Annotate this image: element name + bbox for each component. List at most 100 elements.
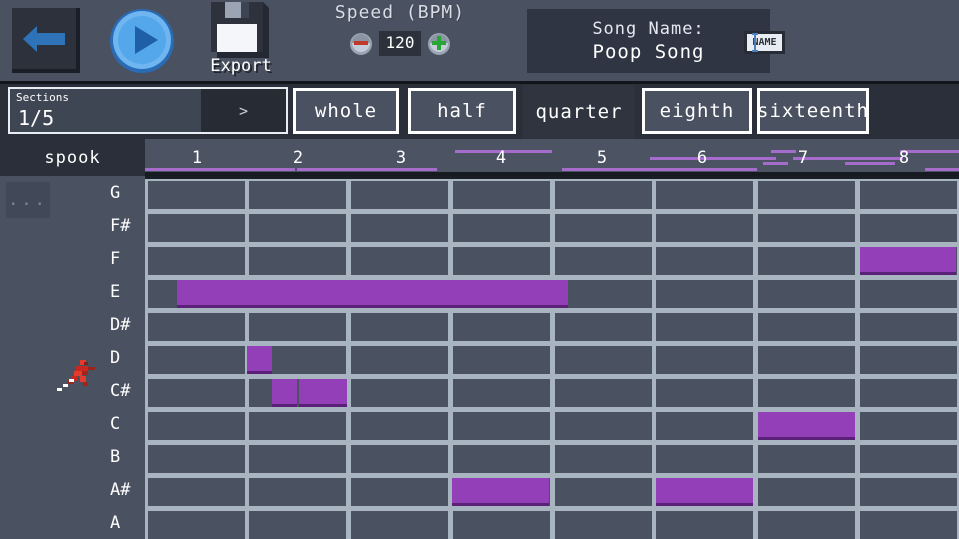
- grid-cell[interactable]: [249, 313, 346, 341]
- note-length-sixteenth[interactable]: sixteenth: [757, 88, 869, 134]
- grid-cell[interactable]: [860, 313, 957, 341]
- grid-cell[interactable]: [758, 511, 855, 539]
- grid-cell[interactable]: [148, 247, 245, 275]
- grid-cell[interactable]: [656, 280, 753, 308]
- note-block-Asharp[interactable]: [452, 478, 549, 506]
- grid-cell[interactable]: [555, 346, 652, 374]
- grid-cell[interactable]: [860, 280, 957, 308]
- grid-cell[interactable]: [758, 313, 855, 341]
- grid-cell[interactable]: [555, 214, 652, 242]
- grid-cell[interactable]: [758, 280, 855, 308]
- note-block-Csharp[interactable]: [272, 379, 297, 407]
- grid-cell[interactable]: [249, 247, 346, 275]
- grid-cell[interactable]: [758, 247, 855, 275]
- note-block-Csharp[interactable]: [299, 379, 347, 407]
- grid-cell[interactable]: [555, 445, 652, 473]
- grid-cell[interactable]: [656, 181, 753, 209]
- grid-cell[interactable]: [555, 511, 652, 539]
- sections-panel[interactable]: Sections 1/5 >: [8, 87, 288, 134]
- grid-cell[interactable]: [351, 346, 448, 374]
- grid-cell[interactable]: [656, 379, 753, 407]
- grid-cell[interactable]: [148, 478, 245, 506]
- grid-cell[interactable]: [148, 181, 245, 209]
- grid-cell[interactable]: [453, 181, 550, 209]
- grid-cell[interactable]: [249, 181, 346, 209]
- back-button[interactable]: [12, 8, 80, 73]
- grid-cell[interactable]: [758, 181, 855, 209]
- next-section-button[interactable]: >: [201, 89, 286, 132]
- note-block-F[interactable]: [860, 247, 956, 275]
- grid-cell[interactable]: [758, 346, 855, 374]
- grid-cell[interactable]: [860, 181, 957, 209]
- grid-cell[interactable]: [860, 511, 957, 539]
- grid-cell[interactable]: [453, 445, 550, 473]
- grid-cell[interactable]: [453, 412, 550, 440]
- grid-cell[interactable]: [453, 214, 550, 242]
- grid-cell[interactable]: [351, 445, 448, 473]
- grid-cell[interactable]: [555, 181, 652, 209]
- grid-cell[interactable]: [148, 445, 245, 473]
- export-button[interactable]: Export: [200, 2, 280, 78]
- bpm-value[interactable]: 120: [379, 31, 422, 56]
- note-length-half[interactable]: half: [408, 88, 516, 134]
- grid-cell[interactable]: [453, 247, 550, 275]
- note-block-D[interactable]: [247, 346, 272, 374]
- note-block-E[interactable]: [177, 280, 568, 308]
- grid-cell[interactable]: [860, 379, 957, 407]
- grid-cell[interactable]: [656, 313, 753, 341]
- grid-cell[interactable]: [351, 214, 448, 242]
- grid-cell[interactable]: [555, 247, 652, 275]
- grid-cell[interactable]: [656, 346, 753, 374]
- grid-cell[interactable]: [148, 412, 245, 440]
- grid-cell[interactable]: [555, 478, 652, 506]
- grid-cell[interactable]: [758, 214, 855, 242]
- grid-cell[interactable]: [148, 313, 245, 341]
- play-button[interactable]: [108, 7, 176, 75]
- grid-cell[interactable]: [148, 214, 245, 242]
- rename-song-button[interactable]: NAME: [744, 31, 785, 54]
- note-length-quarter[interactable]: quarter: [523, 85, 635, 139]
- grid-cell[interactable]: [656, 214, 753, 242]
- grid-cell[interactable]: [860, 478, 957, 506]
- current-section-name[interactable]: spook: [0, 139, 145, 176]
- grid-cell[interactable]: [148, 511, 245, 539]
- piano-roll-grid[interactable]: [145, 176, 959, 539]
- grid-cell[interactable]: [351, 313, 448, 341]
- grid-cell[interactable]: [860, 346, 957, 374]
- grid-cell[interactable]: [249, 214, 346, 242]
- grid-cell[interactable]: [351, 379, 448, 407]
- grid-cell[interactable]: [453, 511, 550, 539]
- grid-cell[interactable]: [249, 511, 346, 539]
- grid-cell[interactable]: [758, 445, 855, 473]
- grid-cell[interactable]: [656, 445, 753, 473]
- note-block-Asharp[interactable]: [656, 478, 753, 506]
- grid-cell[interactable]: [555, 313, 652, 341]
- note-length-whole[interactable]: whole: [293, 88, 399, 134]
- grid-cell[interactable]: [555, 412, 652, 440]
- grid-cell[interactable]: [656, 247, 753, 275]
- song-overview-minimap[interactable]: 12345678: [145, 139, 959, 176]
- grid-cell[interactable]: [249, 445, 346, 473]
- grid-cell[interactable]: [656, 511, 753, 539]
- grid-cell[interactable]: [860, 445, 957, 473]
- grid-cell[interactable]: [555, 280, 652, 308]
- grid-cell[interactable]: [453, 313, 550, 341]
- grid-cell[interactable]: [148, 346, 245, 374]
- grid-cell[interactable]: [453, 346, 550, 374]
- grid-cell[interactable]: [860, 214, 957, 242]
- grid-cell[interactable]: [758, 478, 855, 506]
- grid-cell[interactable]: [351, 181, 448, 209]
- grid-cell[interactable]: [860, 412, 957, 440]
- grid-cell[interactable]: [148, 379, 245, 407]
- note-length-eighth[interactable]: eighth: [642, 88, 752, 134]
- grid-cell[interactable]: [249, 412, 346, 440]
- grid-cell[interactable]: [758, 379, 855, 407]
- grid-cell[interactable]: [453, 379, 550, 407]
- running-character-icon[interactable]: [56, 357, 98, 395]
- grid-cell[interactable]: [656, 412, 753, 440]
- grid-cell[interactable]: [351, 478, 448, 506]
- grid-cell[interactable]: [249, 478, 346, 506]
- more-options-button[interactable]: ...: [6, 182, 50, 218]
- bpm-increase-button[interactable]: [427, 32, 451, 56]
- grid-cell[interactable]: [351, 247, 448, 275]
